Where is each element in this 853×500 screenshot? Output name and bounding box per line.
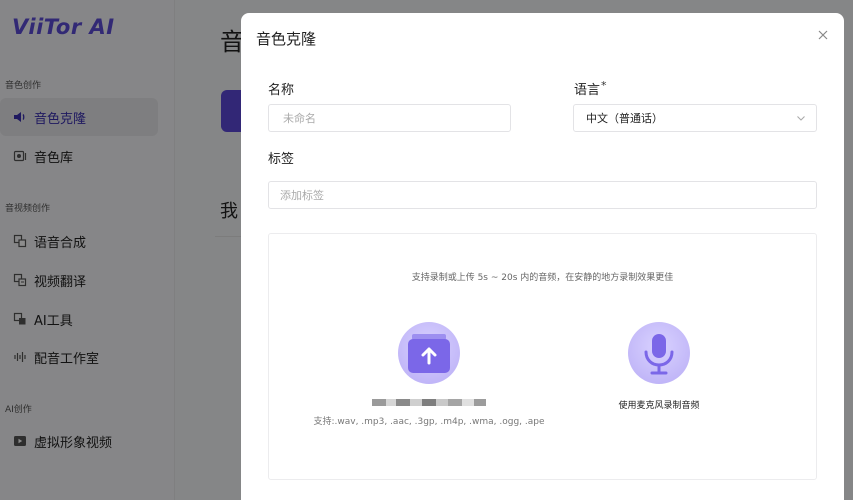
upload-hint: 支持录制或上传 5s ~ 20s 内的音频，在安静的地方录制效果更佳 [411, 273, 674, 283]
name-input[interactable]: 未命名 [268, 104, 511, 132]
microphone-icon [628, 322, 690, 384]
dialog-title: 音色克隆 [256, 30, 317, 48]
name-label: 名称 [268, 83, 295, 98]
language-label-text: 语言 [574, 83, 601, 98]
record-audio-option[interactable]: 使用麦克风录制音频 [569, 322, 749, 411]
tags-label: 标签 [268, 152, 295, 167]
close-icon[interactable] [816, 29, 830, 43]
required-mark: * [601, 79, 607, 92]
upload-icon [398, 322, 460, 384]
language-select[interactable]: 中文（普通话） [573, 104, 817, 132]
audio-source-panel: 支持录制或上传 5s ~ 20s 内的音频，在安静的地方录制效果更佳 支持:.w… [268, 233, 817, 480]
upload-filename-blurred [309, 398, 549, 408]
record-label: 使用麦克风录制音频 [618, 401, 700, 411]
upload-audio-option[interactable]: 支持:.wav, .mp3, .aac, .3gp, .m4p, .wma, .… [309, 322, 549, 427]
language-label: 语言* [574, 79, 607, 98]
supported-formats: 支持:.wav, .mp3, .aac, .3gp, .m4p, .wma, .… [313, 417, 545, 427]
voice-clone-dialog: 音色克隆 名称 未命名 语言* 中文（普通话） 标签 添加标签 支持录制或上传 … [241, 13, 844, 500]
tags-input[interactable]: 添加标签 [268, 181, 817, 209]
language-select-value: 中文（普通话） [586, 112, 663, 125]
chevron-down-icon [796, 113, 806, 123]
